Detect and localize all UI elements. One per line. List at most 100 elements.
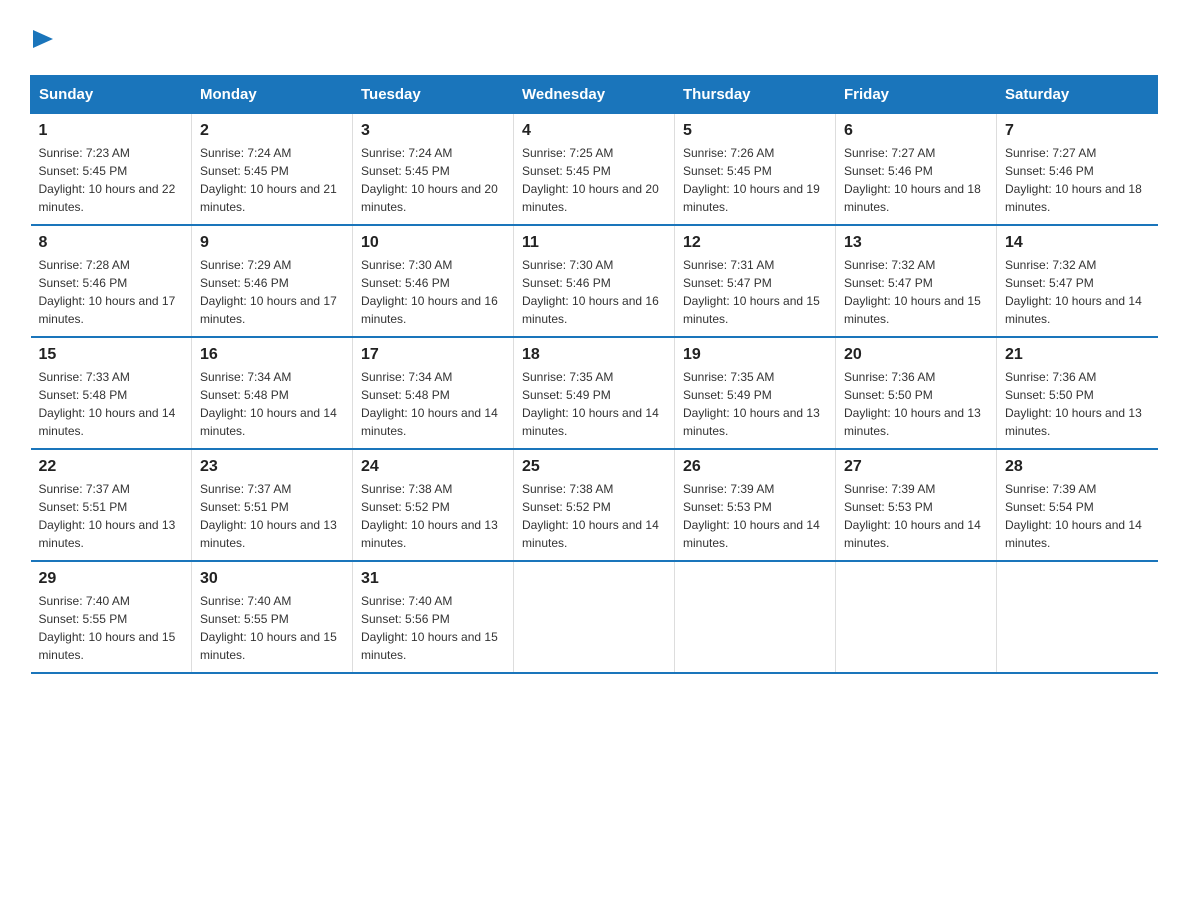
day-info: Sunrise: 7:24 AMSunset: 5:45 PMDaylight:… [200, 144, 344, 216]
calendar-cell: 24 Sunrise: 7:38 AMSunset: 5:52 PMDaylig… [353, 449, 514, 561]
day-header-wednesday: Wednesday [514, 75, 675, 113]
day-number: 19 [683, 346, 827, 364]
calendar-cell: 28 Sunrise: 7:39 AMSunset: 5:54 PMDaylig… [997, 449, 1158, 561]
calendar-cell: 17 Sunrise: 7:34 AMSunset: 5:48 PMDaylig… [353, 337, 514, 449]
calendar-cell: 15 Sunrise: 7:33 AMSunset: 5:48 PMDaylig… [31, 337, 192, 449]
day-info: Sunrise: 7:35 AMSunset: 5:49 PMDaylight:… [522, 368, 666, 440]
day-info: Sunrise: 7:39 AMSunset: 5:53 PMDaylight:… [844, 480, 988, 552]
day-number: 6 [844, 122, 988, 140]
day-number: 14 [1005, 234, 1150, 252]
calendar-cell [514, 561, 675, 673]
calendar-cell: 29 Sunrise: 7:40 AMSunset: 5:55 PMDaylig… [31, 561, 192, 673]
day-info: Sunrise: 7:30 AMSunset: 5:46 PMDaylight:… [361, 256, 505, 328]
calendar-cell: 19 Sunrise: 7:35 AMSunset: 5:49 PMDaylig… [675, 337, 836, 449]
day-number: 30 [200, 570, 344, 588]
day-info: Sunrise: 7:35 AMSunset: 5:49 PMDaylight:… [683, 368, 827, 440]
day-number: 20 [844, 346, 988, 364]
week-row: 22 Sunrise: 7:37 AMSunset: 5:51 PMDaylig… [31, 449, 1158, 561]
day-number: 3 [361, 122, 505, 140]
day-number: 22 [39, 458, 184, 476]
calendar-cell: 12 Sunrise: 7:31 AMSunset: 5:47 PMDaylig… [675, 225, 836, 337]
day-number: 29 [39, 570, 184, 588]
day-info: Sunrise: 7:37 AMSunset: 5:51 PMDaylight:… [39, 480, 184, 552]
day-number: 13 [844, 234, 988, 252]
calendar-table: SundayMondayTuesdayWednesdayThursdayFrid… [30, 75, 1158, 674]
day-number: 12 [683, 234, 827, 252]
day-number: 31 [361, 570, 505, 588]
day-header-sunday: Sunday [31, 75, 192, 113]
calendar-cell: 5 Sunrise: 7:26 AMSunset: 5:45 PMDayligh… [675, 113, 836, 225]
calendar-cell: 25 Sunrise: 7:38 AMSunset: 5:52 PMDaylig… [514, 449, 675, 561]
day-number: 11 [522, 234, 666, 252]
calendar-cell [836, 561, 997, 673]
week-row: 29 Sunrise: 7:40 AMSunset: 5:55 PMDaylig… [31, 561, 1158, 673]
day-header-thursday: Thursday [675, 75, 836, 113]
day-info: Sunrise: 7:40 AMSunset: 5:55 PMDaylight:… [200, 592, 344, 664]
logo-arrow-icon [33, 30, 53, 48]
day-info: Sunrise: 7:32 AMSunset: 5:47 PMDaylight:… [844, 256, 988, 328]
calendar-cell [675, 561, 836, 673]
day-info: Sunrise: 7:40 AMSunset: 5:56 PMDaylight:… [361, 592, 505, 664]
day-number: 28 [1005, 458, 1150, 476]
day-info: Sunrise: 7:38 AMSunset: 5:52 PMDaylight:… [361, 480, 505, 552]
day-number: 9 [200, 234, 344, 252]
calendar-cell: 2 Sunrise: 7:24 AMSunset: 5:45 PMDayligh… [192, 113, 353, 225]
day-number: 21 [1005, 346, 1150, 364]
logo [30, 30, 53, 55]
day-info: Sunrise: 7:32 AMSunset: 5:47 PMDaylight:… [1005, 256, 1150, 328]
calendar-cell: 22 Sunrise: 7:37 AMSunset: 5:51 PMDaylig… [31, 449, 192, 561]
calendar-header: SundayMondayTuesdayWednesdayThursdayFrid… [31, 75, 1158, 113]
day-info: Sunrise: 7:28 AMSunset: 5:46 PMDaylight:… [39, 256, 184, 328]
day-info: Sunrise: 7:38 AMSunset: 5:52 PMDaylight:… [522, 480, 666, 552]
day-number: 4 [522, 122, 666, 140]
calendar-cell: 4 Sunrise: 7:25 AMSunset: 5:45 PMDayligh… [514, 113, 675, 225]
day-number: 15 [39, 346, 184, 364]
day-number: 7 [1005, 122, 1150, 140]
day-info: Sunrise: 7:37 AMSunset: 5:51 PMDaylight:… [200, 480, 344, 552]
day-number: 5 [683, 122, 827, 140]
calendar-cell: 1 Sunrise: 7:23 AMSunset: 5:45 PMDayligh… [31, 113, 192, 225]
day-number: 18 [522, 346, 666, 364]
day-number: 27 [844, 458, 988, 476]
day-header-tuesday: Tuesday [353, 75, 514, 113]
calendar-cell: 8 Sunrise: 7:28 AMSunset: 5:46 PMDayligh… [31, 225, 192, 337]
calendar-cell: 11 Sunrise: 7:30 AMSunset: 5:46 PMDaylig… [514, 225, 675, 337]
day-header-saturday: Saturday [997, 75, 1158, 113]
day-info: Sunrise: 7:27 AMSunset: 5:46 PMDaylight:… [1005, 144, 1150, 216]
day-number: 25 [522, 458, 666, 476]
day-number: 17 [361, 346, 505, 364]
day-info: Sunrise: 7:39 AMSunset: 5:53 PMDaylight:… [683, 480, 827, 552]
day-number: 1 [39, 122, 184, 140]
day-info: Sunrise: 7:36 AMSunset: 5:50 PMDaylight:… [1005, 368, 1150, 440]
day-info: Sunrise: 7:39 AMSunset: 5:54 PMDaylight:… [1005, 480, 1150, 552]
calendar-cell: 21 Sunrise: 7:36 AMSunset: 5:50 PMDaylig… [997, 337, 1158, 449]
day-number: 16 [200, 346, 344, 364]
day-info: Sunrise: 7:31 AMSunset: 5:47 PMDaylight:… [683, 256, 827, 328]
day-info: Sunrise: 7:40 AMSunset: 5:55 PMDaylight:… [39, 592, 184, 664]
calendar-cell: 23 Sunrise: 7:37 AMSunset: 5:51 PMDaylig… [192, 449, 353, 561]
day-info: Sunrise: 7:34 AMSunset: 5:48 PMDaylight:… [200, 368, 344, 440]
week-row: 1 Sunrise: 7:23 AMSunset: 5:45 PMDayligh… [31, 113, 1158, 225]
calendar-cell: 14 Sunrise: 7:32 AMSunset: 5:47 PMDaylig… [997, 225, 1158, 337]
calendar-cell: 30 Sunrise: 7:40 AMSunset: 5:55 PMDaylig… [192, 561, 353, 673]
calendar-cell: 6 Sunrise: 7:27 AMSunset: 5:46 PMDayligh… [836, 113, 997, 225]
day-info: Sunrise: 7:29 AMSunset: 5:46 PMDaylight:… [200, 256, 344, 328]
day-info: Sunrise: 7:33 AMSunset: 5:48 PMDaylight:… [39, 368, 184, 440]
calendar-cell: 20 Sunrise: 7:36 AMSunset: 5:50 PMDaylig… [836, 337, 997, 449]
calendar-cell: 7 Sunrise: 7:27 AMSunset: 5:46 PMDayligh… [997, 113, 1158, 225]
calendar-cell: 10 Sunrise: 7:30 AMSunset: 5:46 PMDaylig… [353, 225, 514, 337]
calendar-cell: 9 Sunrise: 7:29 AMSunset: 5:46 PMDayligh… [192, 225, 353, 337]
day-info: Sunrise: 7:26 AMSunset: 5:45 PMDaylight:… [683, 144, 827, 216]
calendar-cell: 26 Sunrise: 7:39 AMSunset: 5:53 PMDaylig… [675, 449, 836, 561]
day-header-monday: Monday [192, 75, 353, 113]
calendar-cell: 31 Sunrise: 7:40 AMSunset: 5:56 PMDaylig… [353, 561, 514, 673]
day-number: 23 [200, 458, 344, 476]
day-info: Sunrise: 7:27 AMSunset: 5:46 PMDaylight:… [844, 144, 988, 216]
header-row: SundayMondayTuesdayWednesdayThursdayFrid… [31, 75, 1158, 113]
day-info: Sunrise: 7:23 AMSunset: 5:45 PMDaylight:… [39, 144, 184, 216]
day-info: Sunrise: 7:30 AMSunset: 5:46 PMDaylight:… [522, 256, 666, 328]
calendar-cell: 18 Sunrise: 7:35 AMSunset: 5:49 PMDaylig… [514, 337, 675, 449]
calendar-body: 1 Sunrise: 7:23 AMSunset: 5:45 PMDayligh… [31, 113, 1158, 673]
day-info: Sunrise: 7:24 AMSunset: 5:45 PMDaylight:… [361, 144, 505, 216]
calendar-cell: 27 Sunrise: 7:39 AMSunset: 5:53 PMDaylig… [836, 449, 997, 561]
